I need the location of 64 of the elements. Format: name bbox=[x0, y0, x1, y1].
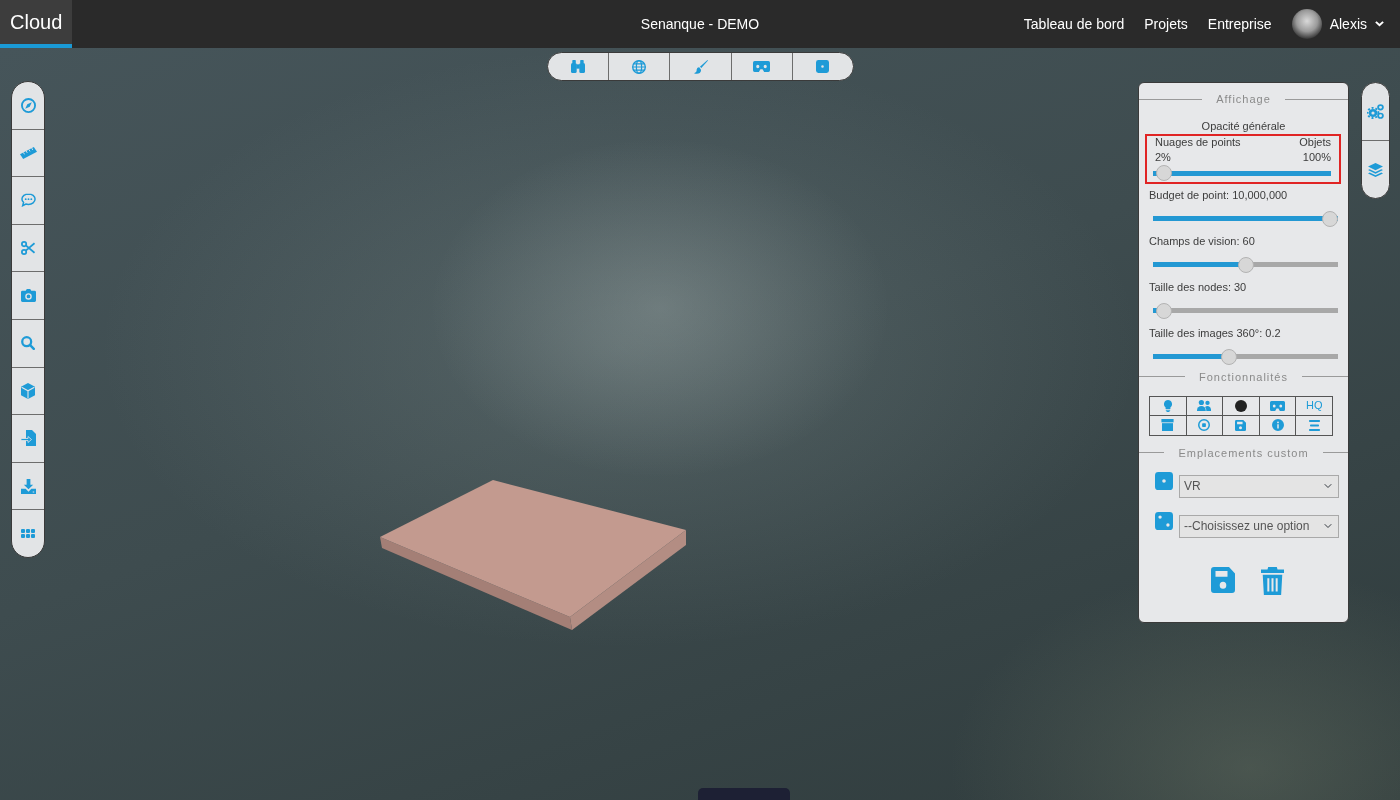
slider-thumb[interactable] bbox=[1156, 165, 1173, 181]
nav-link[interactable]: Tableau de bord bbox=[1023, 13, 1125, 35]
trash-icon bbox=[1261, 566, 1284, 595]
menu-button[interactable] bbox=[1296, 416, 1333, 436]
project-title: Senanque - DEMO bbox=[640, 14, 760, 34]
objects-label: Objets bbox=[1299, 136, 1331, 149]
user-menu-button[interactable]: Alexis bbox=[1291, 9, 1384, 39]
slider-thumb[interactable] bbox=[1220, 348, 1237, 365]
location-select[interactable]: --Choisissez une option bbox=[1179, 514, 1339, 538]
grid-icon bbox=[21, 529, 35, 539]
slider-thumb[interactable] bbox=[1156, 302, 1173, 319]
stop-circle-button[interactable] bbox=[1186, 416, 1224, 436]
point-cloud-value: 2% bbox=[1155, 151, 1171, 164]
section-title: Emplacements custom bbox=[1177, 445, 1310, 460]
slider-label: Taille des nodes: 30 bbox=[1149, 280, 1248, 294]
dice-two-icon[interactable] bbox=[1155, 511, 1173, 530]
ruler-icon bbox=[19, 146, 37, 159]
slider-label: Champs de vision: 60 bbox=[1149, 234, 1256, 248]
nav-link[interactable]: Projets bbox=[1144, 13, 1188, 35]
box-icon bbox=[1161, 419, 1175, 432]
info-icon bbox=[1271, 419, 1284, 432]
opacity-title: Opacité générale bbox=[1200, 119, 1287, 133]
globe-icon bbox=[632, 59, 647, 74]
vr-headset-icon bbox=[753, 61, 771, 72]
section-title: Fonctionnalités bbox=[1198, 369, 1289, 384]
layers-icon bbox=[1368, 162, 1383, 177]
save-button[interactable] bbox=[1211, 566, 1235, 595]
floppy-disk-button[interactable] bbox=[1223, 416, 1260, 436]
cube-icon bbox=[21, 382, 35, 399]
file-import-icon bbox=[20, 430, 36, 447]
point-cloud-label: Nuages de points bbox=[1155, 136, 1241, 149]
box-button[interactable] bbox=[1150, 416, 1187, 436]
vr-headset-button[interactable] bbox=[1259, 396, 1297, 416]
slider-label: Taille des images 360°: 0.2 bbox=[1149, 326, 1282, 340]
objects-value: 100% bbox=[1302, 151, 1331, 164]
stop-circle-icon bbox=[1198, 419, 1211, 432]
info-button[interactable] bbox=[1259, 416, 1297, 436]
gears-icon bbox=[1367, 104, 1384, 119]
users-button[interactable] bbox=[1186, 396, 1224, 416]
download-icon bbox=[20, 478, 36, 494]
slider-thumb[interactable] bbox=[1322, 210, 1338, 227]
chevron-down-icon bbox=[1375, 21, 1384, 27]
speech-bubble-icon bbox=[20, 193, 36, 208]
brand-link[interactable]: Cloud bbox=[0, 0, 73, 48]
slider-thumb[interactable] bbox=[1237, 256, 1254, 273]
slider-label: Budget de point: 10,000,000 bbox=[1149, 188, 1289, 202]
vr-headset-icon bbox=[1270, 400, 1286, 411]
section-title: Affichage bbox=[1215, 92, 1272, 106]
location-select[interactable]: VR bbox=[1179, 474, 1339, 498]
lightbulb-button[interactable] bbox=[1150, 396, 1187, 416]
users-icon bbox=[1197, 400, 1212, 412]
scissors-icon bbox=[21, 241, 35, 256]
nav-link[interactable]: Entreprise bbox=[1207, 13, 1272, 35]
circle-icon bbox=[1235, 399, 1247, 412]
avatar-placeholder bbox=[1291, 9, 1322, 39]
compass-icon bbox=[20, 97, 36, 113]
delete-button[interactable] bbox=[1261, 566, 1284, 595]
binoculars-icon bbox=[571, 60, 586, 73]
menu-icon bbox=[1308, 419, 1320, 431]
circle-button[interactable] bbox=[1223, 396, 1260, 416]
search-icon bbox=[21, 336, 35, 351]
lightbulb-icon bbox=[1163, 399, 1172, 412]
paintbrush-icon bbox=[693, 59, 708, 74]
camera-icon bbox=[20, 289, 36, 303]
